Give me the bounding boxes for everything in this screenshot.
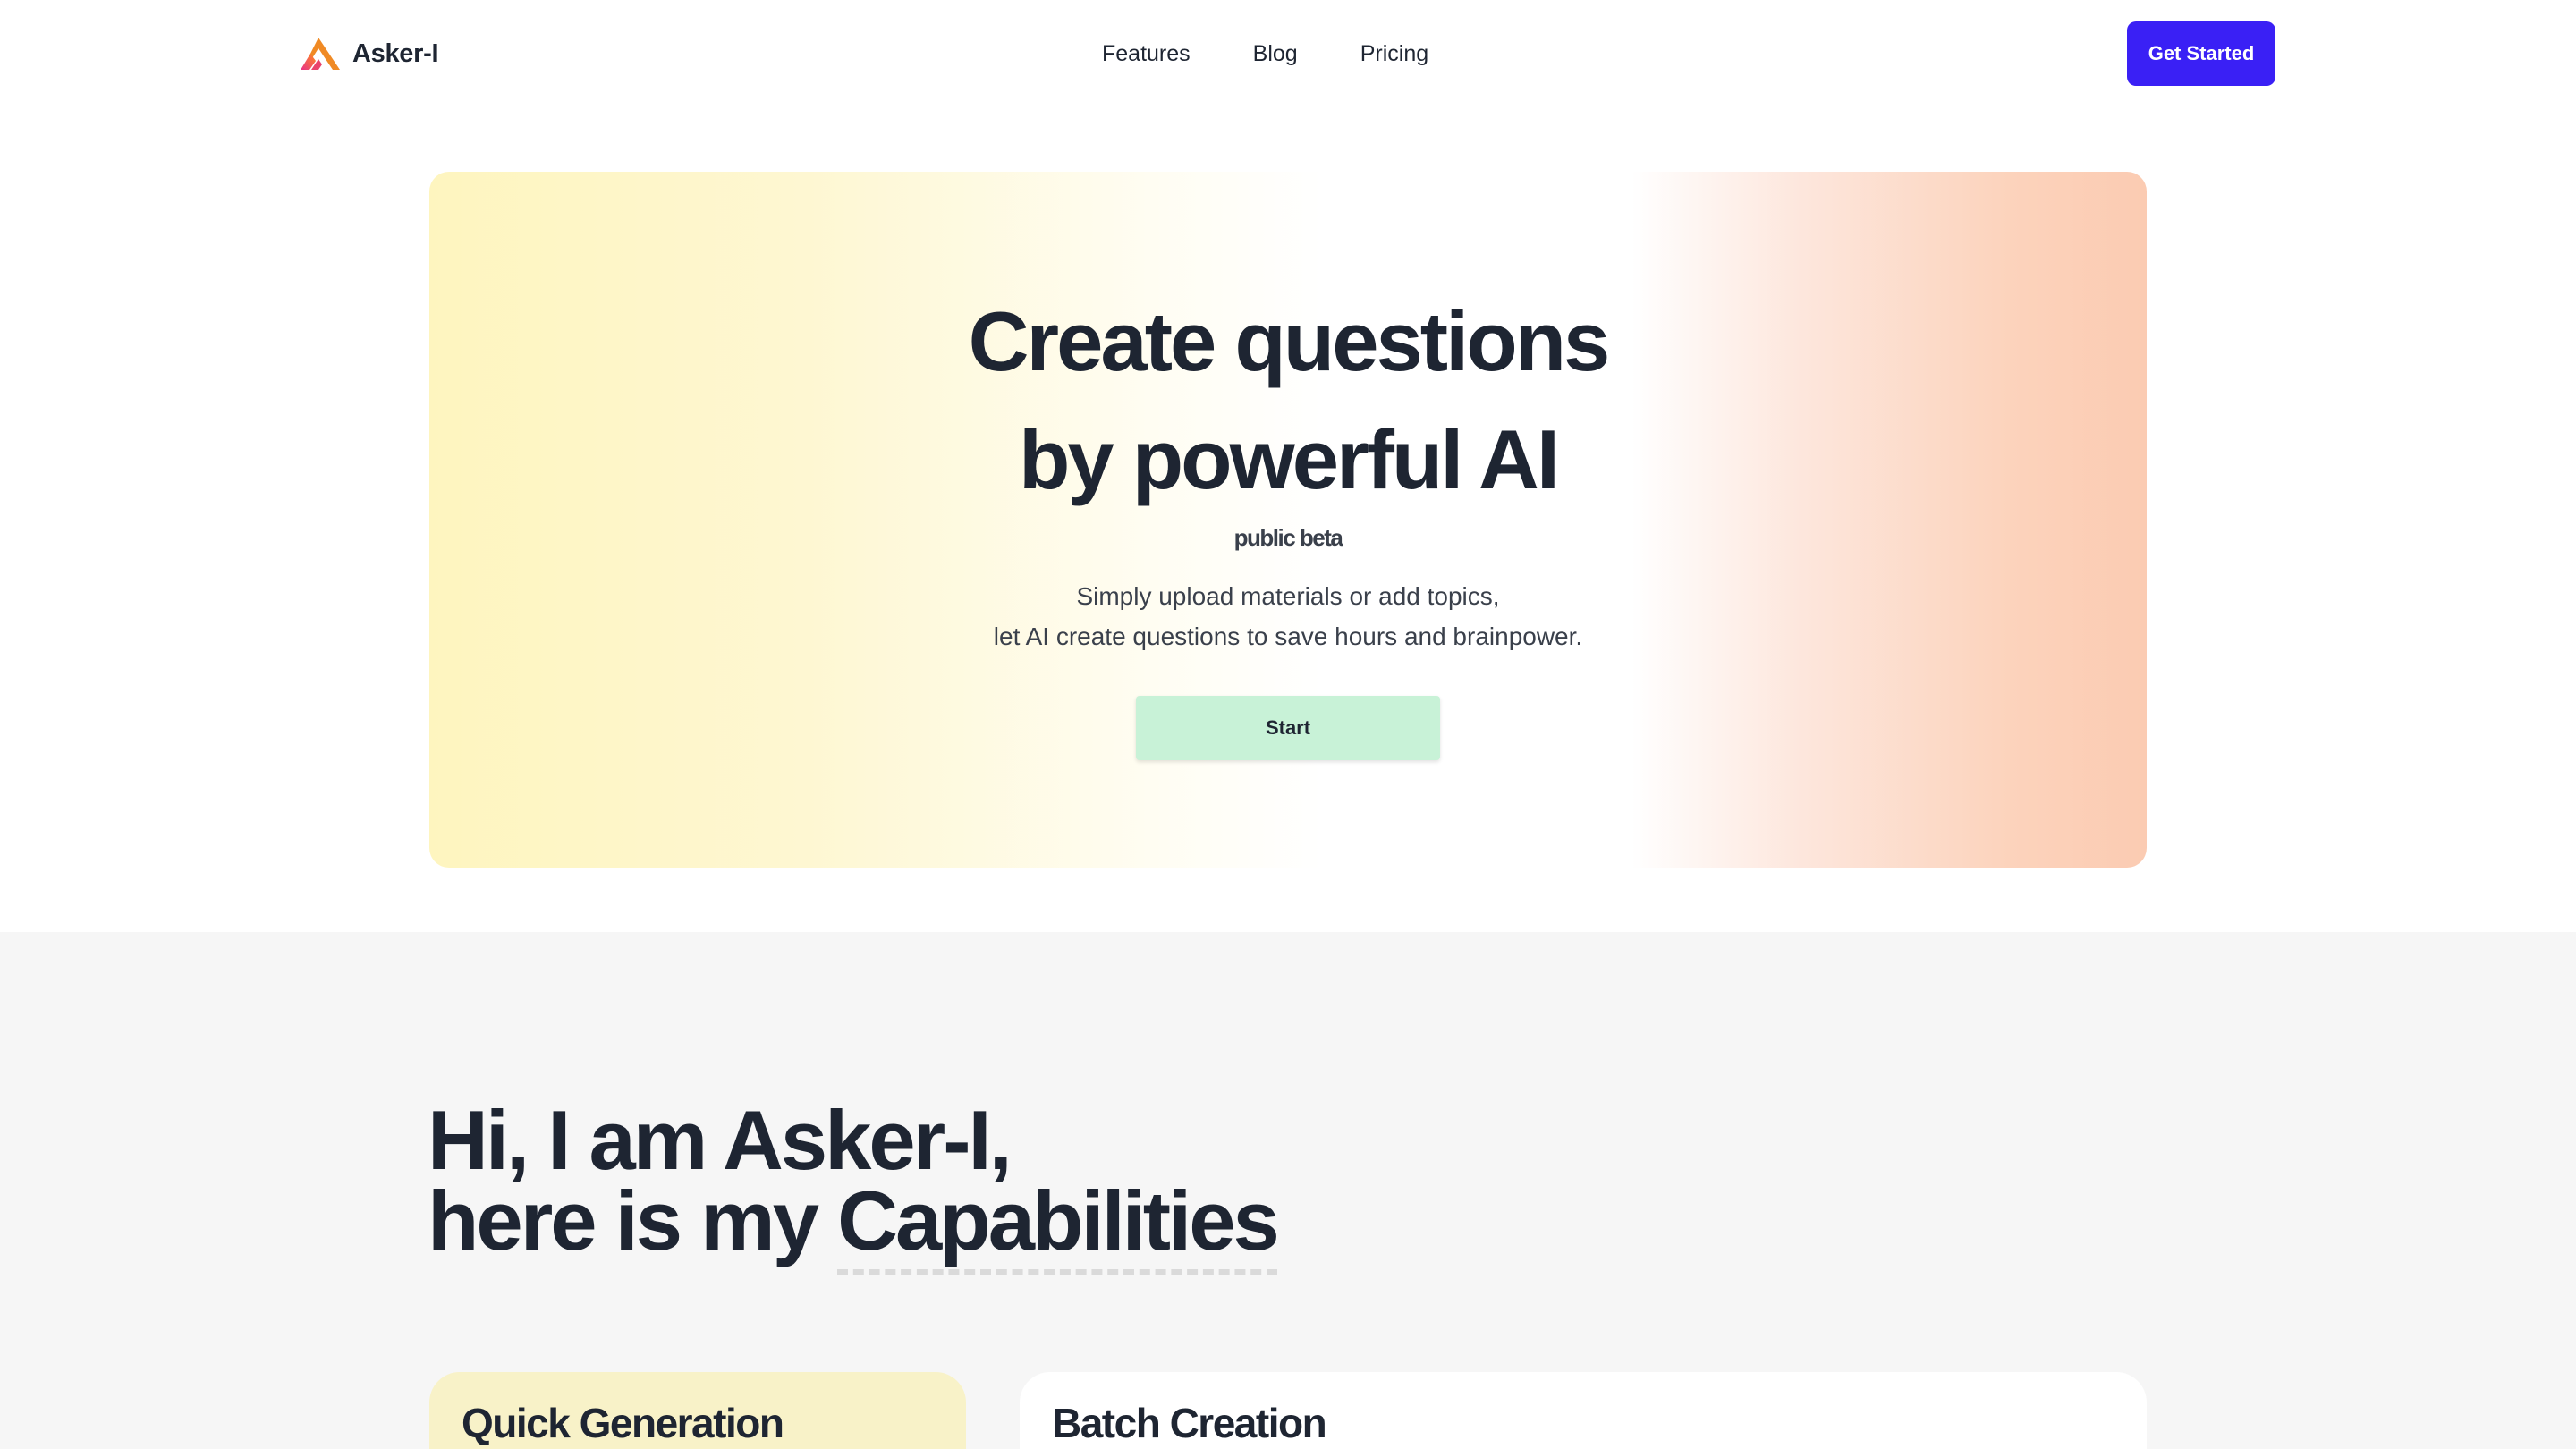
hero-title-line-2: by powerful AI bbox=[1018, 412, 1560, 506]
hero-subtitle-line-2: let AI create questions to save hours an… bbox=[993, 623, 1583, 650]
card-title-batch-creation: Batch Creation bbox=[1052, 1400, 1327, 1446]
nav-link-features[interactable]: Features bbox=[1102, 41, 1191, 67]
hero-banner: Create questions by powerful AI public b… bbox=[429, 172, 2147, 868]
hero-subtitle-line-1: Simply upload materials or add topics, bbox=[1076, 582, 1500, 610]
hero-title: Create questions by powerful AI bbox=[429, 283, 2147, 519]
nav-link-blog[interactable]: Blog bbox=[1253, 41, 1298, 67]
start-button[interactable]: Start bbox=[1136, 696, 1440, 760]
hero-subtitle: Simply upload materials or add topics, l… bbox=[429, 576, 2147, 657]
batch-creation-card[interactable]: Batch Creation bbox=[1020, 1372, 2147, 1449]
quick-generation-card[interactable]: Quick Generation bbox=[429, 1372, 966, 1449]
logo-text: Asker-I bbox=[352, 38, 439, 68]
get-started-button[interactable]: Get Started bbox=[2127, 21, 2275, 86]
top-navigation: Asker-I Features Blog Pricing Get Starte… bbox=[0, 0, 2576, 107]
capabilities-heading-prefix: here is my bbox=[428, 1174, 838, 1267]
triangle-logo-icon bbox=[301, 38, 340, 70]
nav-links: Features Blog Pricing bbox=[1102, 34, 1428, 73]
capabilities-heading-line-2: here is my Capabilities bbox=[428, 1174, 1280, 1275]
capabilities-heading-line-1: Hi, I am Asker-I, bbox=[428, 1093, 1013, 1187]
hero-title-line-1: Create questions bbox=[968, 294, 1611, 388]
logo-link[interactable]: Asker-I bbox=[299, 34, 439, 73]
nav-link-pricing[interactable]: Pricing bbox=[1360, 41, 1428, 67]
capabilities-highlight: Capabilities bbox=[837, 1174, 1280, 1275]
public-beta-badge: public beta bbox=[1233, 524, 1343, 551]
capabilities-section: Hi, I am Asker-I, here is my Capabilitie… bbox=[0, 932, 2576, 1449]
capabilities-heading: Hi, I am Asker-I, here is my Capabilitie… bbox=[428, 1093, 1280, 1275]
card-title-quick-generation: Quick Generation bbox=[462, 1400, 784, 1446]
